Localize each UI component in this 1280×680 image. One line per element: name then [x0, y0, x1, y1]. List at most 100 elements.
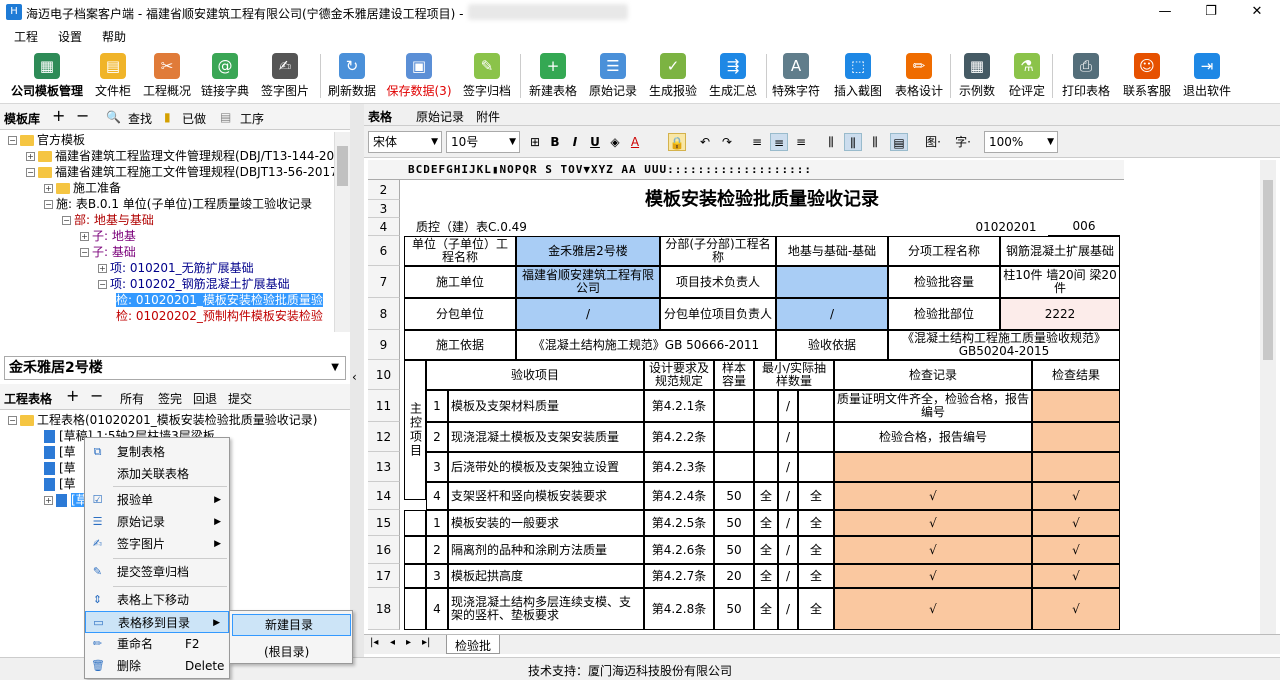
- close-button[interactable]: ✕: [1234, 0, 1280, 24]
- item-label[interactable]: 分项工程名称: [888, 236, 1000, 266]
- item-name[interactable]: 模板及支架材料质量: [448, 390, 644, 422]
- ctx-submit-sign-item[interactable]: ✎ 提交签章归档: [85, 561, 229, 583]
- header-item[interactable]: 验收项目: [426, 360, 644, 390]
- building-select[interactable]: 金禾雅居2号楼 ▼: [4, 356, 346, 380]
- search-icon[interactable]: 🔍: [106, 110, 121, 124]
- ctx-rename-item[interactable]: ✏ 重命名 F2: [85, 633, 229, 655]
- item-check-result[interactable]: [1032, 452, 1120, 482]
- item-check-result[interactable]: √: [1032, 536, 1120, 564]
- item-sample-capacity[interactable]: 50: [714, 510, 754, 536]
- item-actual-count[interactable]: 全: [798, 510, 834, 536]
- item-check-result[interactable]: [1032, 422, 1120, 452]
- template-tree-node[interactable]: − 官方模板: [8, 132, 85, 148]
- header-min[interactable]: 最小/实际抽样数量: [754, 360, 834, 390]
- collapse-icon[interactable]: −: [8, 416, 17, 425]
- template-tree-node[interactable]: − 项: 010202_钢筋混凝土扩展基础: [98, 276, 290, 292]
- item-sample-capacity[interactable]: 50: [714, 588, 754, 630]
- template-tree-node[interactable]: + 施工准备: [44, 180, 121, 196]
- toolbar-generate-report-button[interactable]: ✓ 生成报验: [646, 50, 700, 102]
- ctx-delete-item[interactable]: 🗑 删除 Delete: [85, 655, 229, 677]
- row-header[interactable]: 18: [368, 588, 400, 630]
- italic-button[interactable]: I: [566, 133, 584, 151]
- item-slash[interactable]: /: [778, 482, 798, 510]
- template-tree-node[interactable]: + 福建省建筑工程监理文件管理规程(DBJ/T13-144-20: [26, 148, 334, 164]
- font-family-select[interactable]: 宋体 ▼: [368, 131, 442, 153]
- item-slash[interactable]: /: [778, 422, 798, 452]
- item-check-result[interactable]: √: [1032, 482, 1120, 510]
- row-header[interactable]: 9: [368, 330, 400, 360]
- item-check-record[interactable]: 检验合格，报告编号: [834, 422, 1032, 452]
- first-sheet-icon[interactable]: |◂: [370, 637, 378, 648]
- project-tree-node[interactable]: [草: [44, 460, 76, 476]
- sub-part-value[interactable]: 地基与基础-基础: [776, 236, 888, 266]
- return-button[interactable]: 回退: [193, 390, 217, 407]
- row-header[interactable]: 14: [368, 482, 400, 510]
- item-check-result[interactable]: [1032, 390, 1120, 422]
- ctx-move-to-folder-item[interactable]: ▭ 表格移到目录 ▶: [85, 611, 229, 633]
- toolbar-exit-button[interactable]: ⇥ 退出软件: [1180, 50, 1234, 102]
- item-slash[interactable]: /: [778, 536, 798, 564]
- item-spec[interactable]: 第4.2.7条: [644, 564, 714, 588]
- capacity-label[interactable]: 检验批容量: [888, 266, 1000, 298]
- toolbar-file-cabinet-button[interactable]: ▤ 文件柜: [92, 50, 134, 102]
- collapse-left-icon[interactable]: ‹: [352, 370, 357, 384]
- item-actual-count[interactable]: [798, 390, 834, 422]
- item-sample-capacity[interactable]: [714, 390, 754, 422]
- menu-project[interactable]: 工程: [14, 28, 38, 45]
- row-header[interactable]: 15: [368, 510, 400, 536]
- item-min-count[interactable]: 全: [754, 564, 778, 588]
- spreadsheet[interactable]: BCDEFGHIJKL▮NOPQR S TOV▼XYZ AA UUU::::::…: [368, 160, 1276, 634]
- tab-raw-record[interactable]: 原始记录: [416, 108, 464, 125]
- sheet-title[interactable]: 模板安装检验批质量验收记录: [404, 180, 1120, 218]
- collapse-icon[interactable]: −: [62, 216, 71, 225]
- item-min-count[interactable]: 全: [754, 510, 778, 536]
- code-label[interactable]: 质控（建）表C.0.49: [404, 218, 964, 236]
- code-num[interactable]: 006: [1048, 218, 1120, 236]
- item-number[interactable]: 3: [426, 452, 448, 482]
- template-tree-node[interactable]: − 施: 表B.0.1 单位(子单位)工程质量竣工验收记录: [44, 196, 312, 212]
- row-header[interactable]: 12: [368, 422, 400, 452]
- header-sample[interactable]: 样本容量: [714, 360, 754, 390]
- pane-splitter[interactable]: ‹: [350, 104, 364, 657]
- item-spec[interactable]: 第4.2.2条: [644, 422, 714, 452]
- item-spec[interactable]: 第4.2.5条: [644, 510, 714, 536]
- expand-icon[interactable]: +: [44, 184, 53, 193]
- item-spec[interactable]: 第4.2.3条: [644, 452, 714, 482]
- item-name[interactable]: 支架竖杆和竖向模板安装要求: [448, 482, 644, 510]
- menu-help[interactable]: 帮助: [102, 28, 126, 45]
- fill-color-icon[interactable]: ◈: [606, 133, 624, 151]
- project-tree-node[interactable]: [草: [44, 444, 76, 460]
- wrap-text-icon[interactable]: ▤: [890, 133, 908, 151]
- ctx-copy-item[interactable]: ⧉ 复制表格: [85, 441, 229, 463]
- capacity-value[interactable]: 柱10件 墙20间 梁20件: [1000, 266, 1120, 298]
- item-check-record[interactable]: 质量证明文件齐全，检验合格，报告编号: [834, 390, 1032, 422]
- submenu-new-folder[interactable]: 新建目录: [232, 614, 351, 636]
- sub-part-label[interactable]: 分部(子分部)工程名称: [660, 236, 776, 266]
- row-header[interactable]: 13: [368, 452, 400, 482]
- item-check-record[interactable]: √: [834, 588, 1032, 630]
- contractor-value[interactable]: 福建省顺安建筑工程有限公司: [516, 266, 660, 298]
- row-header[interactable]: 2: [368, 180, 400, 200]
- item-min-count[interactable]: [754, 390, 778, 422]
- template-tree-node[interactable]: − 福建省建筑工程施工文件管理规程(DBJT13-56-2017: [26, 164, 338, 180]
- template-tree-node[interactable]: − 子: 基础: [80, 244, 136, 260]
- prev-sheet-icon[interactable]: ◂: [390, 637, 395, 648]
- item-actual-count[interactable]: 全: [798, 588, 834, 630]
- section-cell[interactable]: [404, 510, 426, 536]
- item-name[interactable]: 现浇混凝土模板及支架安装质量: [448, 422, 644, 452]
- collapse-icon[interactable]: −: [44, 200, 53, 209]
- tech-lead-value[interactable]: [776, 266, 888, 298]
- item-value[interactable]: 钢筋混凝土扩展基础: [1000, 236, 1120, 266]
- item-slash[interactable]: /: [778, 564, 798, 588]
- toolbar-flask-button[interactable]: ⚗ 砼评定: [1006, 50, 1048, 102]
- item-number[interactable]: 1: [426, 510, 448, 536]
- align-right-icon[interactable]: ≡: [792, 133, 810, 151]
- item-number[interactable]: 2: [426, 536, 448, 564]
- align-left-icon[interactable]: ≡: [748, 133, 766, 151]
- toolbar-calculator-button[interactable]: ▦ 示例数: [956, 50, 998, 102]
- collapse-icon[interactable]: −: [98, 280, 107, 289]
- item-spec[interactable]: 第4.2.6条: [644, 536, 714, 564]
- template-tree-node[interactable]: − 部: 地基与基础: [62, 212, 154, 228]
- row-header[interactable]: 7: [368, 266, 400, 298]
- sheet-tab-inspection[interactable]: 检验批: [446, 635, 501, 654]
